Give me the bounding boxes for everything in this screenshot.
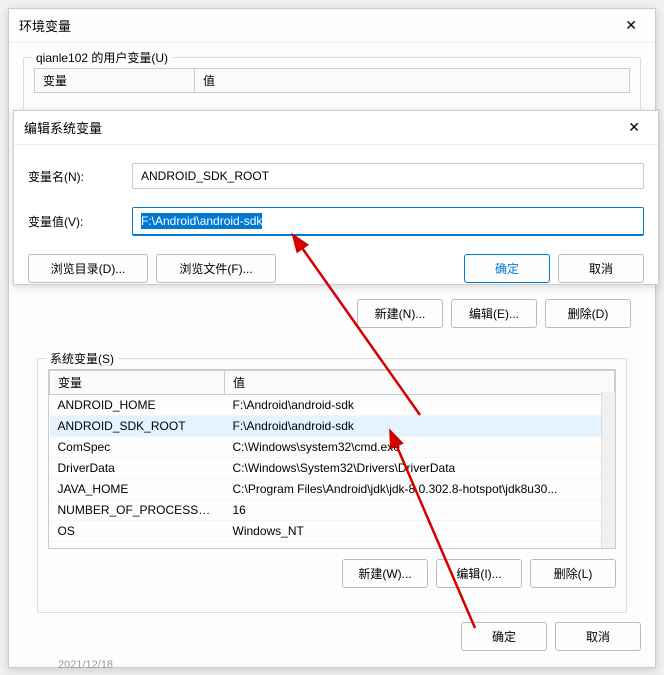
close-icon[interactable]: ✕ — [620, 117, 648, 138]
edit-btn-row: 浏览目录(D)... 浏览文件(F)... 确定 取消 — [28, 254, 644, 283]
var-name-cell: ANDROID_SDK_ROOT — [50, 416, 225, 437]
user-edit-button[interactable]: 编辑(E)... — [451, 299, 537, 328]
var-value-selected-text: F:\Android\android-sdk — [141, 213, 262, 229]
sys-col-val: 值 — [225, 371, 615, 395]
table-row[interactable]: ComSpecC:\Windows\system32\cmd.exe — [50, 437, 615, 458]
table-row[interactable]: ANDROID_HOMEF:\Android\android-sdk — [50, 395, 615, 416]
var-name-cell: NUMBER_OF_PROCESSORS — [50, 500, 225, 521]
sys-delete-button[interactable]: 删除(L) — [530, 559, 616, 588]
env-titlebar: 环境变量 ✕ — [9, 9, 655, 43]
var-name-cell: ANDROID_HOME — [50, 395, 225, 416]
sys-vars-group: 系统变量(S) 变量 值 ANDROID_HOMEF:\Android\andr… — [37, 358, 627, 613]
close-icon[interactable]: ✕ — [617, 15, 645, 36]
var-value-cell: 16 — [225, 500, 615, 521]
user-vars-table[interactable]: 变量 值 — [34, 68, 630, 93]
browse-file-button[interactable]: 浏览文件(F)... — [156, 254, 276, 283]
sys-vars-table[interactable]: 变量 值 ANDROID_HOMEF:\Android\android-sdkA… — [49, 370, 615, 542]
user-vars-btn-row: 新建(N)... 编辑(E)... 删除(D) — [33, 299, 631, 328]
scrollbar[interactable] — [601, 392, 615, 548]
table-row[interactable]: OSWindows_NT — [50, 521, 615, 542]
var-value-cell: C:\Windows\system32\cmd.exe — [225, 437, 615, 458]
edit-title: 编辑系统变量 — [24, 118, 102, 137]
sys-vars-label: 系统变量(S) — [46, 350, 118, 367]
var-value-cell: F:\Android\android-sdk — [225, 416, 615, 437]
sys-edit-button[interactable]: 编辑(I)... — [436, 559, 522, 588]
var-value-input[interactable]: F:\Android\android-sdk — [132, 207, 644, 236]
var-name-row: 变量名(N): — [28, 163, 644, 189]
col-val: 值 — [195, 69, 630, 93]
sys-new-button[interactable]: 新建(W)... — [342, 559, 428, 588]
edit-ok-button[interactable]: 确定 — [464, 254, 550, 283]
var-value-cell: F:\Android\android-sdk — [225, 395, 615, 416]
edit-cancel-button[interactable]: 取消 — [558, 254, 644, 283]
footer-date: 2021/12/18 — [58, 659, 113, 671]
sys-vars-table-wrap: 变量 值 ANDROID_HOMEF:\Android\android-sdkA… — [48, 369, 616, 549]
env-title: 环境变量 — [19, 16, 71, 35]
user-new-button[interactable]: 新建(N)... — [357, 299, 443, 328]
env-ok-button[interactable]: 确定 — [461, 622, 547, 651]
table-row[interactable]: DriverDataC:\Windows\System32\Drivers\Dr… — [50, 458, 615, 479]
var-value-cell: Windows_NT — [225, 521, 615, 542]
user-delete-button[interactable]: 删除(D) — [545, 299, 631, 328]
table-row[interactable]: ANDROID_SDK_ROOTF:\Android\android-sdk — [50, 416, 615, 437]
sys-col-var: 变量 — [50, 371, 225, 395]
var-value-label: 变量值(V): — [28, 213, 118, 230]
env-cancel-button[interactable]: 取消 — [555, 622, 641, 651]
edit-titlebar: 编辑系统变量 ✕ — [14, 111, 658, 145]
env-variables-window: 环境变量 ✕ qianle102 的用户变量(U) 变量 值 新建(N)... … — [8, 8, 656, 668]
var-value-cell: C:\Program Files\Android\jdk\jdk-8.0.302… — [225, 479, 615, 500]
var-name-label: 变量名(N): — [28, 168, 118, 185]
var-name-input[interactable] — [132, 163, 644, 189]
sys-vars-btn-row: 新建(W)... 编辑(I)... 删除(L) — [48, 559, 616, 588]
var-value-row: 变量值(V): F:\Android\android-sdk — [28, 207, 644, 236]
table-row[interactable]: NUMBER_OF_PROCESSORS16 — [50, 500, 615, 521]
browse-dir-button[interactable]: 浏览目录(D)... — [28, 254, 148, 283]
edit-sysvar-window: 编辑系统变量 ✕ 变量名(N): 变量值(V): F:\Android\andr… — [13, 110, 659, 285]
col-var: 变量 — [35, 69, 195, 93]
var-name-cell: OS — [50, 521, 225, 542]
user-vars-label: qianle102 的用户变量(U) — [32, 49, 172, 66]
var-name-cell: DriverData — [50, 458, 225, 479]
env-bottom-btns: 确定 取消 — [9, 612, 655, 661]
var-value-cell: C:\Windows\System32\Drivers\DriverData — [225, 458, 615, 479]
var-name-cell: JAVA_HOME — [50, 479, 225, 500]
var-name-cell: ComSpec — [50, 437, 225, 458]
table-row[interactable]: JAVA_HOMEC:\Program Files\Android\jdk\jd… — [50, 479, 615, 500]
user-vars-group: qianle102 的用户变量(U) 变量 值 — [23, 57, 641, 117]
